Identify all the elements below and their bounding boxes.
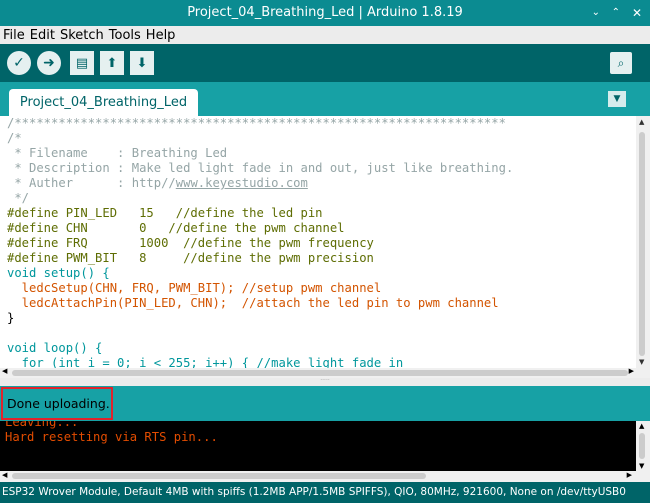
editor-vertical-scrollbar[interactable]: ▲ ▼ <box>636 116 650 368</box>
code-line: /* <box>7 131 22 145</box>
code-editor[interactable]: /***************************************… <box>0 116 636 368</box>
code-line: for (int i = 0; i < 255; i++) { //make l… <box>7 356 404 368</box>
code-line: #define FRQ 1000 //define the pwm freque… <box>7 236 374 250</box>
status-message: Done uploading. <box>1 387 113 420</box>
code-line: */ <box>7 191 30 205</box>
code-text[interactable]: /***************************************… <box>0 116 636 368</box>
menu-file[interactable]: File <box>3 28 25 43</box>
menu-help[interactable]: Help <box>146 28 176 43</box>
code-line: ledcSetup(CHN, FRQ, PWM_BIT); //setup pw… <box>7 281 382 295</box>
status-bar: Done uploading. <box>0 386 650 421</box>
code-line: void setup() { <box>7 266 110 280</box>
menu-bar: File Edit Sketch Tools Help <box>0 26 650 44</box>
scroll-left-icon[interactable]: ◀ <box>2 471 7 479</box>
code-line: #define CHN 0 //define the pwm channel <box>7 221 345 235</box>
triangle-down-icon: ▼ <box>613 94 621 104</box>
console-line: Hard resetting via RTS pin... <box>5 430 218 444</box>
tab-label: Project_04_Breathing_Led <box>19 95 188 110</box>
code-line: /***************************************… <box>7 116 506 130</box>
author-link[interactable]: www.keyestudio.com <box>176 176 308 190</box>
scroll-down-icon[interactable]: ▼ <box>639 462 644 470</box>
serial-monitor-button[interactable]: ⌕ <box>610 52 632 74</box>
code-line: * Filename : Breathing Led <box>7 146 228 160</box>
scroll-up-icon[interactable]: ▲ <box>639 118 644 126</box>
scroll-left-icon[interactable]: ◀ <box>2 367 7 375</box>
minimize-icon[interactable]: ⌄ <box>592 0 600 26</box>
pane-divider[interactable]: ····· <box>0 378 650 386</box>
magnifier-icon: ⌕ <box>617 55 625 70</box>
scroll-down-icon[interactable]: ▼ <box>639 358 644 366</box>
verify-button[interactable]: ✓ <box>7 51 31 75</box>
code-line: void loop() { <box>7 341 103 355</box>
drag-handle-icon[interactable]: ····· <box>320 377 330 384</box>
window-title: Project_04_Breathing_Led | Arduino 1.8.1… <box>187 5 463 20</box>
console-horizontal-scrollbar[interactable]: ◀ ▶ <box>0 471 650 482</box>
open-arrow-up-icon: ⬆ <box>106 55 118 71</box>
code-line: } <box>7 311 15 325</box>
open-sketch-button[interactable]: ⬆ <box>100 51 124 75</box>
code-line: * Description : Make led light fade in a… <box>7 161 514 175</box>
tab-project-04-breathing-led[interactable]: Project_04_Breathing_Led <box>9 89 198 116</box>
scroll-thumb[interactable] <box>12 473 426 479</box>
arrow-right-icon: ➜ <box>43 55 55 71</box>
checkmark-icon: ✓ <box>13 55 25 71</box>
new-file-icon: ▤ <box>75 55 89 71</box>
new-sketch-button[interactable]: ▤ <box>70 51 94 75</box>
scroll-corner <box>636 368 650 378</box>
editor-horizontal-scrollbar[interactable]: ◀ ▶ <box>0 367 636 378</box>
menu-tools[interactable]: Tools <box>109 28 141 43</box>
code-line: ledcAttachPin(PIN_LED, CHN); //attach th… <box>7 296 499 310</box>
console-line: Leaving... <box>5 421 79 429</box>
status-message-text: Done uploading. <box>7 396 110 411</box>
save-sketch-button[interactable]: ⬇ <box>130 51 154 75</box>
scroll-right-icon[interactable]: ▶ <box>629 367 634 375</box>
upload-button[interactable]: ➜ <box>37 51 61 75</box>
board-info-bar: ESP32 Wrover Module, Default 4MB with sp… <box>0 482 650 503</box>
code-line-author: * Auther : http//www.keyestudio.com <box>7 176 308 190</box>
menu-sketch[interactable]: Sketch <box>60 28 104 43</box>
close-icon[interactable]: ✕ <box>632 0 642 26</box>
maximize-icon[interactable]: ⌃ <box>612 0 620 26</box>
code-line: #define PWM_BIT 8 //define the pwm preci… <box>7 251 374 265</box>
scroll-thumb[interactable] <box>639 433 645 459</box>
tab-bar: Project_04_Breathing_Led ▼ <box>0 82 650 116</box>
window-title-bar: Project_04_Breathing_Led | Arduino 1.8.1… <box>0 0 650 26</box>
scroll-right-icon[interactable]: ▶ <box>627 471 632 479</box>
console-vertical-scrollbar[interactable]: ▲ ▼ <box>636 421 650 471</box>
scroll-up-icon[interactable]: ▲ <box>639 422 644 430</box>
toolbar: ✓ ➜ ▤ ⬆ ⬇ ⌕ <box>0 44 650 82</box>
code-line: #define PIN_LED 15 //define the led pin <box>7 206 323 220</box>
tab-menu-button[interactable]: ▼ <box>608 91 626 107</box>
scroll-thumb[interactable] <box>12 370 628 376</box>
board-info: ESP32 Wrover Module, Default 4MB with sp… <box>2 486 626 498</box>
scroll-thumb[interactable] <box>639 132 645 356</box>
save-arrow-down-icon: ⬇ <box>136 55 148 71</box>
menu-edit[interactable]: Edit <box>30 28 55 43</box>
console-output[interactable]: Leaving... Hard resetting via RTS pin... <box>0 421 636 471</box>
